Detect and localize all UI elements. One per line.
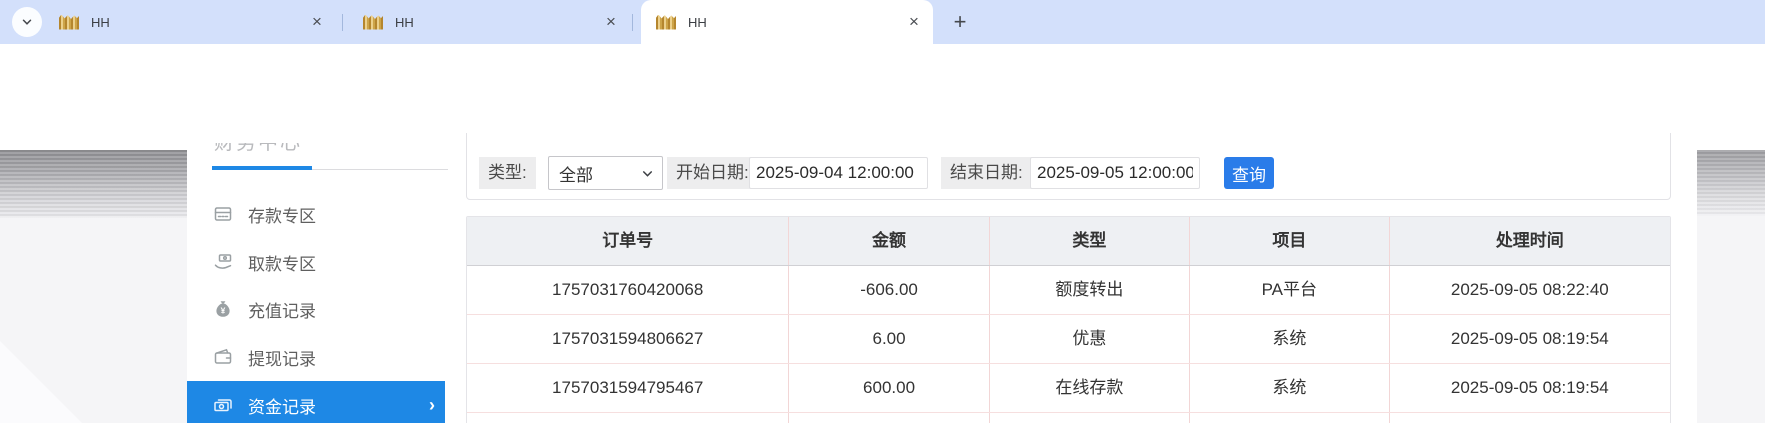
order-no-cell: 1757031594795467 — [467, 364, 790, 412]
type-cell: 在线存款 — [990, 364, 1190, 412]
tab-2[interactable]: HH × — [348, 0, 630, 44]
site-favicon-icon — [656, 14, 676, 30]
order-no-cell: 1757031760420068 — [467, 266, 790, 314]
type-select[interactable]: 全部 — [548, 156, 663, 190]
start-date-label: 开始日期: — [667, 157, 758, 189]
tab-list-chevron-button[interactable] — [12, 7, 42, 37]
end-date-label: 结束日期: — [941, 157, 1032, 189]
query-button[interactable]: 查询 — [1224, 157, 1274, 189]
select-chevron-down-icon — [641, 167, 654, 180]
tab-title: HH — [395, 14, 414, 30]
money-bag-icon: ¥ — [213, 299, 233, 319]
page-right-margin — [1697, 133, 1765, 423]
type-cell: 额度转出 — [990, 266, 1190, 314]
end-date-input[interactable] — [1030, 157, 1200, 189]
type-filter-label: 类型: — [479, 157, 536, 189]
browser-window: HH × HH × HH × + 财务中心 存款专区 取款专区 ¥ 充值记录 提… — [0, 0, 1765, 423]
sidebar-item-recharge-records[interactable]: ¥ 充值记录 — [187, 285, 445, 333]
active-tab-underline — [212, 166, 312, 170]
chevron-down-icon — [20, 15, 34, 29]
time-cell: 2025-09-05 08:19:54 — [1450, 378, 1609, 397]
page-content: 财务中心 存款专区 取款专区 ¥ 充值记录 提现记录 资金记录 › 类型: 全部… — [0, 133, 1765, 423]
sidebar-item-deposit-zone[interactable]: 存款专区 — [187, 190, 445, 238]
column-header: 类型 — [990, 217, 1190, 265]
table-row: 1757031760420068 -606.00 额度转出 PA平台 2025-… — [467, 266, 1670, 315]
time-cell: 2025-09-05 08:22:40 — [1450, 280, 1609, 299]
project-cell: 系统 — [1190, 364, 1390, 412]
tab-close-icon[interactable]: × — [308, 13, 326, 31]
new-tab-button[interactable]: + — [946, 8, 974, 36]
type-cell: 优惠 — [990, 315, 1190, 363]
bookmarks-bar: 淘 爱淘宝 百度一下 — [0, 94, 1765, 219]
tab-title: HH — [91, 14, 110, 30]
tab-separator — [632, 14, 633, 31]
table-row-partial — [467, 413, 1670, 423]
tab-1[interactable]: HH × — [44, 0, 336, 44]
browser-toolbar: yl675.com/hhcp/usercenter.html?iniType=6 — [0, 44, 1765, 132]
amount-cell: 6.00 — [789, 315, 990, 363]
tab-strip: HH × HH × HH × + — [0, 0, 1765, 44]
column-header: 订单号 — [467, 217, 790, 265]
time-cell: 2025-09-05 08:19:54 — [1450, 329, 1609, 348]
withdraw-hand-icon — [213, 252, 233, 272]
sidebar-item-withdrawal-records[interactable]: 提现记录 — [187, 333, 445, 381]
amount-cell: 600.00 — [789, 364, 990, 412]
page-left-margin — [0, 133, 187, 423]
tab-title: HH — [688, 14, 707, 30]
svg-text:¥: ¥ — [221, 306, 226, 316]
sidebar-item-withdraw-zone[interactable]: 取款专区 — [187, 238, 445, 286]
start-date-input[interactable] — [749, 157, 928, 189]
column-header: 项目 — [1190, 217, 1390, 265]
column-header: 处理时间 — [1495, 231, 1564, 250]
project-cell: PA平台 — [1190, 266, 1390, 314]
background-image-band — [1697, 150, 1765, 216]
background-image-band — [0, 150, 187, 218]
banknotes-icon — [213, 395, 233, 415]
amount-cell: -606.00 — [789, 266, 990, 314]
project-cell: 系统 — [1190, 315, 1390, 363]
sidebar-item-fund-records[interactable]: 资金记录 › — [187, 381, 445, 423]
site-favicon-icon — [363, 14, 383, 30]
table-row: 1757031594795467 600.00 在线存款 系统 2025-09-… — [467, 364, 1670, 413]
records-table: 订单号 金额 类型 项目 处理时间 1757031760420068 -606.… — [466, 216, 1671, 423]
tab-separator — [342, 14, 343, 31]
tab-close-icon[interactable]: × — [602, 13, 620, 31]
type-select-value: 全部 — [559, 165, 593, 185]
tab-close-icon[interactable]: × — [905, 13, 923, 31]
table-row: 1757031594806627 6.00 优惠 系统 2025-09-05 0… — [467, 315, 1670, 364]
page-background — [1697, 216, 1765, 423]
chevron-right-icon: › — [429, 395, 435, 415]
order-no-cell: 1757031594806627 — [467, 315, 790, 363]
site-favicon-icon — [59, 14, 79, 30]
wallet-icon — [213, 347, 233, 367]
tab-3-active[interactable]: HH × — [641, 0, 933, 44]
deposit-card-icon — [213, 204, 233, 224]
section-title: 财务中心 — [214, 143, 302, 154]
table-header-row: 订单号 金额 类型 项目 处理时间 — [467, 217, 1670, 266]
column-header: 金额 — [789, 217, 990, 265]
